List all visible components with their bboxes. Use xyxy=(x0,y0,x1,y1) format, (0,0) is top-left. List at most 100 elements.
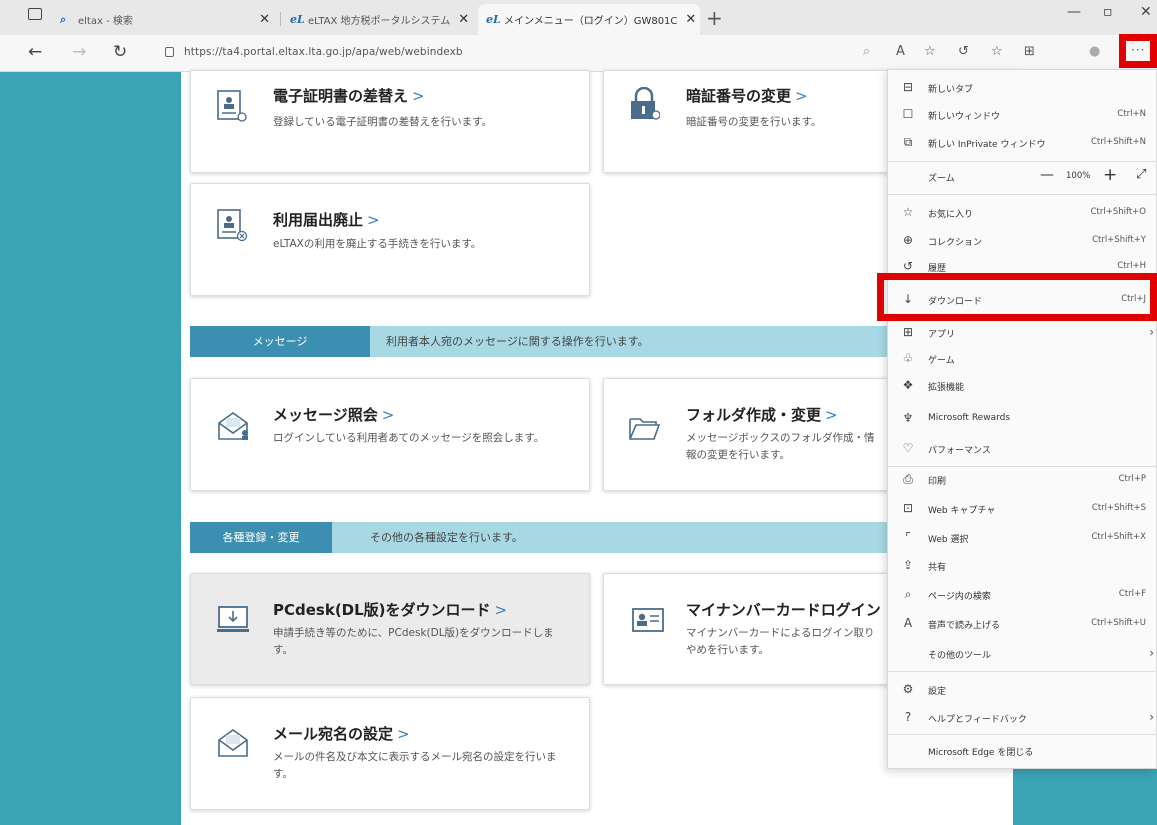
forward-icon[interactable]: → xyxy=(72,42,86,62)
menu-item-rewards[interactable]: ♆ Microsoft Rewards xyxy=(888,406,1157,432)
card-title: 電子証明書の差替え > xyxy=(273,87,425,105)
menu-item-find[interactable]: ⌕ ページ内の検索 Ctrl+F xyxy=(888,582,1157,608)
maximize-icon[interactable]: ▫ xyxy=(1103,4,1113,20)
chevron-right-icon: > xyxy=(412,87,425,105)
chevron-right-icon: > xyxy=(397,725,410,743)
zoom-out-button[interactable]: — xyxy=(1040,167,1054,183)
print-icon: ⎙ xyxy=(903,472,913,486)
collections-icon: ⊕ xyxy=(902,233,914,247)
find-icon: ⌕ xyxy=(904,587,912,601)
menu-item-web-capture[interactable]: ⊡ Web キャプチャ Ctrl+Shift+S xyxy=(888,496,1157,522)
tab-divider xyxy=(280,12,281,26)
tab-eltax-search[interactable]: ⌕ eltax - 検索 ✕ xyxy=(52,4,278,35)
read-aloud-icon: A xyxy=(903,616,913,630)
search-icon[interactable]: ⌕ xyxy=(863,44,870,59)
menu-item-web-select[interactable]: ⌜ Web 選択 Ctrl+Shift+X xyxy=(888,525,1157,551)
menu-item-read-aloud[interactable]: A 音声で読み上げる Ctrl+Shift+U xyxy=(888,611,1157,637)
card-description: 申請手続き等のために、PCdesk(DL版)をダウンロードします。 xyxy=(273,627,554,656)
capture-icon: ⊡ xyxy=(902,501,914,515)
card-mail-address-setting[interactable]: メール宛名の設定 > メールの件名及び本文に表示するメール宛名の設定を行います。 xyxy=(190,697,590,810)
menu-item-favorites[interactable]: ☆ お気に入り Ctrl+Shift+O xyxy=(888,200,1157,226)
menu-item-more-tools[interactable]: その他のツール › xyxy=(888,641,1157,667)
eltax-logo-icon: eL xyxy=(290,13,305,26)
favorites-icon: ☆ xyxy=(902,205,914,219)
minimize-icon[interactable]: — xyxy=(1067,4,1081,20)
favorite-icon[interactable]: ☆ xyxy=(924,44,936,59)
section-description: その他の各種設定を行います。 xyxy=(370,531,523,544)
new-tab-icon[interactable]: + xyxy=(706,6,723,30)
menu-item-apps[interactable]: ⊞ アプリ › xyxy=(888,320,1157,346)
card-certificate-replace[interactable]: 電子証明書の差替え > 登録している電子証明書の差替えを行います。 xyxy=(190,70,590,173)
new-tab-icon: ⊟ xyxy=(902,80,914,94)
search-icon: ⌕ xyxy=(60,12,67,26)
chevron-right-icon: > xyxy=(825,406,838,424)
back-icon[interactable]: ← xyxy=(28,42,42,62)
fullscreen-icon[interactable]: ⤢ xyxy=(1136,167,1146,182)
menu-item-zoom: ズーム — 100% + ⤢ xyxy=(928,165,1147,185)
card-message-inquiry[interactable]: メッセージ照会 > ログインしている利用者あてのメッセージを照会します。 xyxy=(190,378,590,491)
tab-eltax-portal[interactable]: eL eLTAX 地方税ポータルシステム ✕ xyxy=(282,4,476,35)
card-abolish-usage[interactable]: 利用届出廃止 > eLTAXの利用を廃止する手続きを行います。 xyxy=(190,183,590,296)
tab-main-menu[interactable]: eL メインメニュー（ログイン）GW801C ✕ xyxy=(478,4,700,35)
section-label: 各種登録・変更 xyxy=(190,522,332,553)
apps-icon: ⊞ xyxy=(902,325,914,339)
menu-item-help[interactable]: ? ヘルプとフィードバック › xyxy=(888,705,1157,731)
chevron-right-icon: › xyxy=(1149,710,1154,724)
padlock-icon xyxy=(631,87,660,120)
menu-item-share[interactable]: ⇪ 共有 xyxy=(888,553,1157,579)
collections-icon[interactable]: ⊞ xyxy=(1024,44,1035,59)
section-header-settings: 各種登録・変更 その他の各種設定を行います。 xyxy=(190,522,890,553)
chevron-right-icon: > xyxy=(494,601,508,619)
section-description: 利用者本人宛のメッセージに関する操作を行います。 xyxy=(386,335,649,348)
lock-icon xyxy=(165,47,174,57)
menu-item-performance[interactable]: ♡ パフォーマンス xyxy=(888,436,1157,462)
zoom-in-button[interactable]: + xyxy=(1103,165,1117,185)
select-icon: ⌜ xyxy=(905,530,911,544)
tab-label: eltax - 検索 xyxy=(78,16,133,27)
id-card-icon xyxy=(632,608,664,632)
close-icon[interactable]: ✕ xyxy=(677,12,696,27)
settings-and-more-button[interactable]: ··· xyxy=(1119,34,1157,68)
card-description: 登録している電子証明書の差替えを行います。 xyxy=(273,116,493,128)
chevron-right-icon: > xyxy=(367,211,380,229)
share-icon: ⇪ xyxy=(902,558,914,572)
menu-item-inprivate[interactable]: ⧉ 新しい InPrivate ウィンドウ Ctrl+Shift+N xyxy=(888,130,1157,156)
tab-actions-icon[interactable] xyxy=(28,8,42,20)
menu-item-games[interactable]: ♧ ゲーム xyxy=(888,346,1157,372)
rewards-icon: ♆ xyxy=(902,411,914,425)
menu-item-close-edge[interactable]: Microsoft Edge を閉じる xyxy=(888,738,1157,764)
inprivate-icon: ⧉ xyxy=(903,135,913,149)
address-bar: ← → ↻ https://ta4.portal.eltax.lta.go.jp… xyxy=(0,35,1157,72)
url-field[interactable]: https://ta4.portal.eltax.lta.go.jp/apa/w… xyxy=(184,46,463,58)
menu-item-settings[interactable]: ⚙ 設定 xyxy=(888,677,1157,703)
envelope-icon xyxy=(218,729,248,757)
section-label: メッセージ xyxy=(190,326,370,357)
close-window-icon[interactable]: ✕ xyxy=(1140,4,1152,20)
settings-menu: ⊟ 新しいタブ ☐ 新しいウィンドウ Ctrl+N ⧉ 新しい InPrivat… xyxy=(887,69,1157,769)
menu-item-extensions[interactable]: ❖ 拡張機能 xyxy=(888,373,1157,399)
card-description: マイナンバーカードによるログイン取りやめを行います。 xyxy=(686,627,875,656)
close-icon[interactable]: ✕ xyxy=(450,12,469,27)
menu-item-collections[interactable]: ⊕ コレクション Ctrl+Shift+Y xyxy=(888,228,1157,254)
card-title: 暗証番号の変更 > xyxy=(686,87,808,105)
refresh-icon[interactable]: ↻ xyxy=(113,42,127,62)
favorites-list-icon[interactable]: ☆ xyxy=(991,44,1003,59)
tab-label: eLTAX 地方税ポータルシステム xyxy=(308,16,451,27)
read-aloud-icon[interactable]: A xyxy=(896,44,905,59)
menu-item-print[interactable]: ⎙ 印刷 Ctrl+P xyxy=(888,467,1157,493)
card-title: マイナンバーカードログイン xyxy=(686,601,881,619)
menu-item-new-tab[interactable]: ⊟ 新しいタブ xyxy=(888,75,1157,101)
history-icon: ↺ xyxy=(902,259,914,273)
downloads-highlight-box xyxy=(877,273,1157,321)
chevron-right-icon: › xyxy=(1149,646,1154,660)
chevron-right-icon: > xyxy=(381,406,395,424)
menu-divider xyxy=(888,194,1157,195)
card-pcdesk-download[interactable]: PCdesk(DL版)をダウンロード > 申請手続き等のために、PCdesk(DL… xyxy=(190,573,590,685)
profile-avatar-icon[interactable]: ● xyxy=(1089,44,1100,59)
menu-item-new-window[interactable]: ☐ 新しいウィンドウ Ctrl+N xyxy=(888,102,1157,128)
refresh-page-icon[interactable]: ↺ xyxy=(958,44,969,59)
performance-icon: ♡ xyxy=(902,441,914,455)
card-title: 利用届出廃止 > xyxy=(273,211,380,229)
tab-bar: ⌕ eltax - 検索 ✕ eL eLTAX 地方税ポータルシステム ✕ eL… xyxy=(0,0,1157,35)
close-icon[interactable]: ✕ xyxy=(251,12,270,27)
